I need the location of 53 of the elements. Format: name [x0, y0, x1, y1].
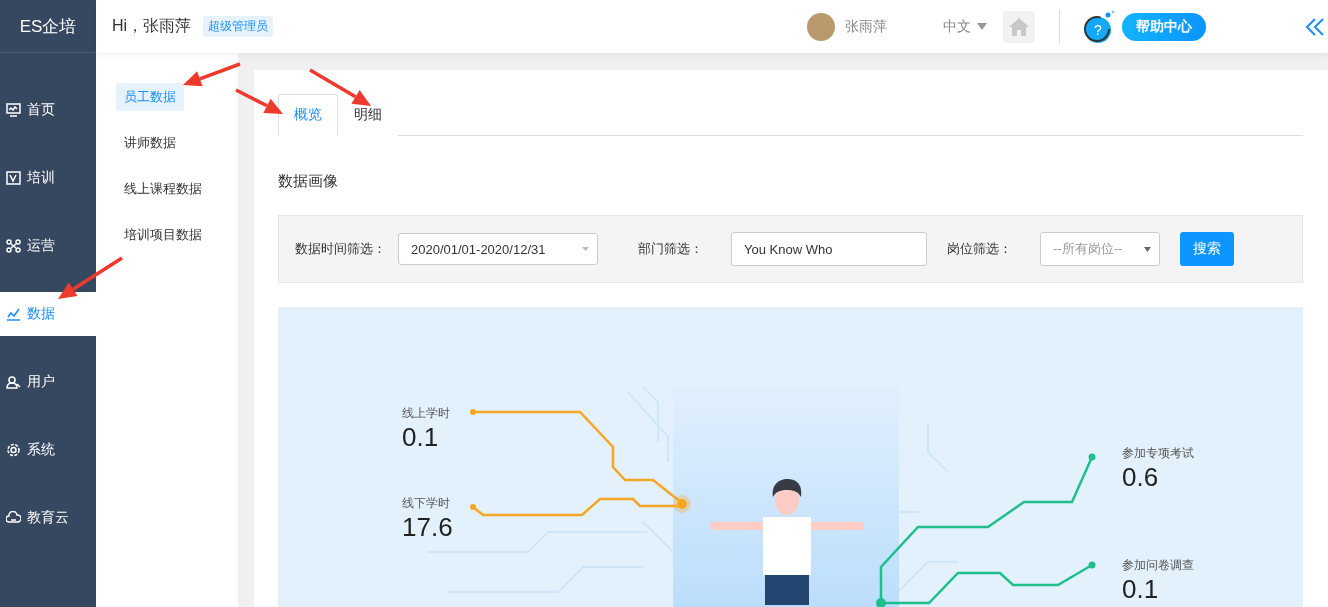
collapse-button[interactable]	[1306, 17, 1324, 36]
nav-label: 教育云	[27, 509, 69, 527]
caret-icon	[582, 247, 589, 251]
metric-label: 线下学时	[402, 495, 451, 512]
metric-value: 0.6	[1122, 462, 1160, 492]
caret-icon	[1144, 246, 1151, 252]
subnav-item[interactable]: 培训项目数据	[116, 221, 210, 249]
metric-value: 17.6	[402, 512, 453, 542]
nav-label: 首页	[27, 101, 55, 119]
gear-icon	[6, 443, 21, 457]
date-range-select[interactable]: 2020/01/01-2020/12/31	[398, 233, 598, 265]
home-icon	[1009, 17, 1029, 36]
role-badge: 超级管理员	[203, 16, 274, 37]
metric-value: 0.1	[1122, 574, 1160, 604]
monitor-icon	[6, 103, 21, 117]
nav-label: 数据	[27, 305, 55, 323]
home-button[interactable]	[1003, 10, 1035, 43]
metric-label: 线上学时	[402, 405, 450, 422]
annotation-arrow	[235, 88, 283, 114]
metric-value: 0.1	[402, 422, 440, 452]
nav-item[interactable]: 用户	[0, 360, 96, 404]
language-select[interactable]: 中文	[943, 17, 987, 36]
metric-label: 参加问卷调查	[1122, 557, 1194, 574]
nav-label: 运营	[27, 237, 55, 255]
nodes-icon	[6, 239, 21, 253]
filter-label: 岗位筛选：	[947, 240, 1012, 258]
subnav-item[interactable]: 讲师数据	[116, 129, 184, 157]
user-name: 张雨萍	[845, 17, 887, 36]
filter-label: 部门筛选：	[638, 240, 703, 258]
department-field[interactable]: You Know Who	[731, 232, 927, 266]
cloud-icon	[6, 511, 21, 525]
chart-icon	[6, 307, 21, 321]
nav-label: 培训	[27, 169, 55, 187]
nav-label: 用户	[27, 373, 55, 391]
nav-item[interactable]: 系统	[0, 428, 96, 472]
nav-item[interactable]: 教育云	[0, 496, 96, 540]
nav-item[interactable]: 首页	[0, 88, 96, 132]
subnav-item[interactable]: 线上课程数据	[116, 175, 210, 203]
annotation-arrow	[309, 68, 371, 106]
annotation-arrow	[58, 256, 123, 299]
nav-label: 系统	[27, 441, 55, 459]
book-icon	[6, 171, 21, 185]
greeting: Hi，张雨萍	[112, 16, 192, 36]
metric-label: 参加专项考试	[1122, 445, 1194, 462]
user-icon	[6, 375, 21, 389]
nav-item[interactable]: 培训	[0, 156, 96, 200]
annotation-arrow	[183, 62, 241, 87]
section-title: 数据画像	[278, 172, 339, 191]
filter-label: 数据时间筛选：	[295, 240, 386, 258]
nav-item[interactable]: 运营	[0, 224, 96, 268]
avatar[interactable]	[807, 12, 835, 41]
caret-icon	[977, 23, 987, 30]
double-chevron-icon	[1306, 17, 1324, 36]
